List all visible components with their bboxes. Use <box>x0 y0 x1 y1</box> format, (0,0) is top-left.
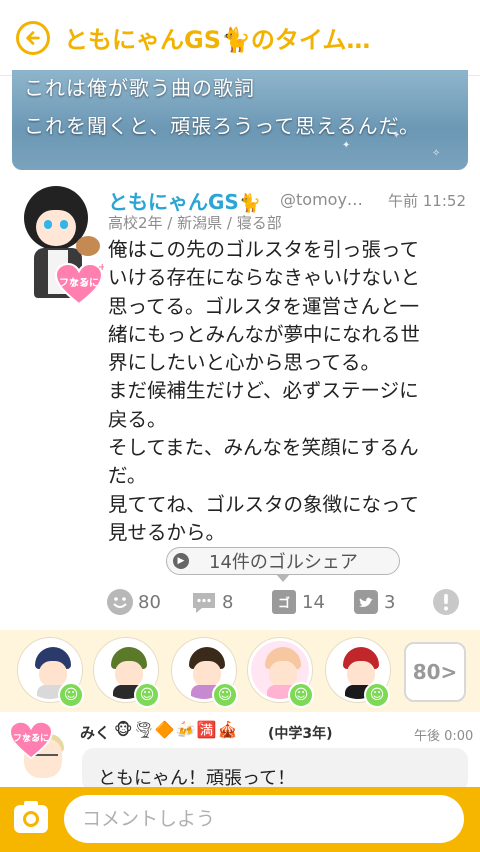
fan-badge-label: ファンに なる <box>59 278 99 289</box>
fan-badge-label: ファンに なる <box>12 734 49 744</box>
become-fan-button[interactable]: ファンに なる <box>8 720 54 760</box>
comment-author-avatar[interactable]: ファンに なる <box>8 720 72 784</box>
star-decoration-icon: ✧ <box>432 148 441 159</box>
author-name-text: ともにゃんGS <box>108 190 239 214</box>
goru-share-button[interactable]: ゴ 14 <box>270 588 325 616</box>
post-body-line: 戻る。 <box>108 407 167 431</box>
share-count: 14 <box>302 591 325 613</box>
post-body-line: いける存在にならなきゃいけないと <box>108 266 421 290</box>
page-title: ともにゃんGS🐈のタイム… <box>64 26 371 54</box>
goru-share-count-button[interactable]: ▶ 14件のゴルシェア <box>166 547 400 575</box>
avatar-cat-accessory <box>76 236 100 256</box>
camera-icon-top <box>24 801 38 807</box>
camera-button[interactable] <box>14 801 48 833</box>
post-body-line: まだ候補生だけど、必ずステージに <box>108 379 419 403</box>
share-count-label: 14件のゴルシェア <box>209 552 358 573</box>
banner-text-line: これは俺が歌う曲の歌詞 <box>24 76 255 100</box>
tweet-count: 3 <box>384 591 396 613</box>
like-button[interactable]: 80 <box>106 588 161 616</box>
fan-smile-badge-icon: ☺ <box>288 682 314 708</box>
twitter-share-button[interactable]: 3 <box>352 588 395 616</box>
post-body-line: そしてまた、みんなを笑顔にするん <box>108 436 419 460</box>
comment-bubble: ともにゃん！頑張って！ <box>82 748 468 792</box>
post-timestamp: 午前 11:52 <box>388 192 466 210</box>
avatar-face <box>39 661 67 687</box>
avatar-face <box>193 661 221 687</box>
timeline-banner-image: ✦ ✦ ✧ これは俺が歌う曲の歌詞 これを聞くと、頑張ろうって思えるんだ。 <box>12 70 468 170</box>
comment-author-name[interactable]: みく <box>80 722 110 743</box>
comment-timestamp: 午後 0:00 <box>414 729 474 744</box>
comment-composer-bar <box>0 787 480 852</box>
post-author-avatar[interactable]: + ファンに なる <box>14 186 106 316</box>
twitter-bird-icon <box>354 590 378 614</box>
back-button[interactable] <box>16 20 50 55</box>
avatar-eye <box>44 220 52 229</box>
avatar-face <box>269 661 297 687</box>
comment-author-grade: (中学3年) <box>268 726 333 742</box>
avatar-eye <box>60 220 68 229</box>
fans-strip: ☺ ☺ ☺ ☺ ☺ 80> <box>0 630 480 712</box>
smile-face-icon <box>107 589 133 615</box>
speech-bubble-icon <box>193 593 215 613</box>
fan-smile-badge-icon: ☺ <box>212 682 238 708</box>
star-decoration-icon: ✦ <box>342 140 351 151</box>
comment-input[interactable] <box>64 795 464 843</box>
share-pill-pointer <box>276 574 290 582</box>
comment-count: 8 <box>222 591 234 613</box>
post-body-line: 見ててね、ゴルスタの象徴になって <box>108 492 420 516</box>
post-body-line: だ。 <box>108 464 147 488</box>
comment-author-emoji-icons: 🐵🌪🔶🍻🈵🎪 <box>114 720 239 739</box>
fan-smile-badge-icon: ☺ <box>364 682 390 708</box>
exclamation-icon <box>433 589 459 615</box>
post-body-line: 緒にもっとみんなが夢中になれる世 <box>108 322 421 346</box>
more-fans-button[interactable]: 80> <box>404 642 466 702</box>
comment-button[interactable]: 8 <box>190 588 233 616</box>
post-author-meta: 高校2年 / 新潟県 / 寝る部 <box>108 214 282 232</box>
post-body-line: 界にしたいと心から思ってる。 <box>108 351 381 375</box>
camera-icon <box>23 811 39 827</box>
like-count: 80 <box>138 591 161 613</box>
fan-smile-badge-icon: ☺ <box>58 682 84 708</box>
avatar-face <box>115 661 143 687</box>
svg-text:ゴ: ゴ <box>278 595 290 610</box>
back-arrow-icon <box>26 30 40 45</box>
app-header: ともにゃんGS🐈のタイム… <box>0 0 480 76</box>
post-author-handle: @tomoy… <box>280 190 363 209</box>
post-action-bar: 80 8 ゴ 14 3 <box>0 584 480 620</box>
chevron-right-icon: ▶ <box>173 553 189 569</box>
fan-smile-badge-icon: ☺ <box>134 682 160 708</box>
goru-share-icon: ゴ <box>272 590 296 614</box>
cat-emoji-icon: 🐈 <box>238 193 262 214</box>
post-author-name[interactable]: ともにゃんGS🐈 <box>108 186 261 215</box>
post-body-line: 見せるから。 <box>108 520 226 544</box>
post-body-line: 俺はこの先のゴルスタを引っ張って <box>108 238 420 261</box>
post-body: 俺はこの先のゴルスタを引っ張って いける存在にならなきゃいけないと 思ってる。ゴ… <box>108 236 458 547</box>
report-button[interactable] <box>432 588 460 616</box>
avatar-face <box>36 210 76 246</box>
banner-text-line: これを聞くと、頑張ろうって思えるんだ。 <box>24 114 420 138</box>
post-body-line: 思ってる。ゴルスタを運営さんと一 <box>108 294 420 318</box>
become-fan-button[interactable]: + ファンに なる <box>54 262 106 306</box>
